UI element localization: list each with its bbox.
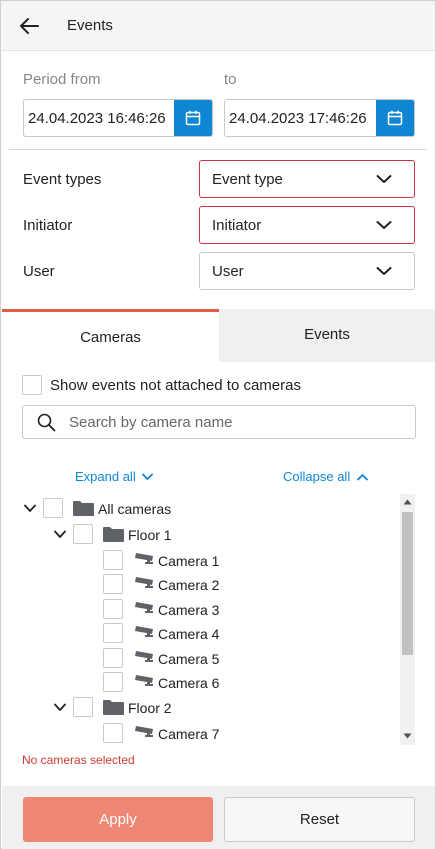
- chevron-down-icon: [376, 267, 392, 275]
- chevron-down-icon[interactable]: [54, 530, 66, 539]
- tree-checkbox-floor-1[interactable]: [73, 524, 93, 544]
- event-type-select[interactable]: Event type: [199, 160, 415, 198]
- arrow-left-icon: [20, 18, 39, 34]
- collapse-all-label: Collapse all: [283, 469, 351, 484]
- chevron-down-icon[interactable]: [24, 504, 36, 513]
- initiator-select[interactable]: Initiator: [199, 206, 415, 244]
- collapse-all-link[interactable]: Collapse all: [283, 469, 368, 484]
- initiator-select-value: Initiator: [212, 217, 262, 234]
- user-select-value: User: [212, 263, 244, 280]
- apply-button[interactable]: Apply: [23, 797, 213, 842]
- period-to-field[interactable]: 24.04.2023 17:46:26: [224, 99, 415, 137]
- chevron-down-icon: [142, 473, 154, 480]
- header: Events: [1, 1, 435, 51]
- show-unattached-label[interactable]: Show events not attached to cameras: [50, 377, 301, 394]
- calendar-icon: [387, 110, 403, 126]
- period-to-calendar-button[interactable]: [376, 100, 414, 136]
- scroll-down-arrow-icon[interactable]: [403, 732, 412, 740]
- chevron-up-icon: [356, 474, 368, 481]
- search-icon: [37, 413, 56, 432]
- tree-label-all-cameras[interactable]: All cameras: [98, 501, 171, 517]
- reset-button[interactable]: Reset: [224, 797, 415, 842]
- tab-bar: Cameras Events: [2, 309, 435, 362]
- tree-checkbox-camera[interactable]: [103, 672, 123, 692]
- folder-icon: [103, 700, 124, 715]
- tree-checkbox-camera[interactable]: [103, 574, 123, 594]
- event-type-select-value: Event type: [212, 171, 283, 188]
- tree-label-camera[interactable]: Camera 7: [158, 726, 219, 742]
- tree-label-camera[interactable]: Camera 2: [158, 577, 219, 593]
- camera-icon: [135, 726, 153, 737]
- chevron-down-icon: [376, 221, 392, 229]
- tree-label-floor-2[interactable]: Floor 2: [128, 700, 172, 716]
- camera-icon: [135, 602, 153, 613]
- tree-label-floor-1[interactable]: Floor 1: [128, 527, 172, 543]
- camera-search-input[interactable]: [69, 412, 399, 432]
- scroll-up-arrow-icon[interactable]: [403, 498, 412, 506]
- user-label: User: [23, 263, 55, 280]
- tree-checkbox-all-cameras[interactable]: [43, 498, 63, 518]
- show-unattached-checkbox[interactable]: [22, 375, 42, 395]
- chevron-down-icon[interactable]: [54, 703, 66, 712]
- period-from-field[interactable]: 24.04.2023 16:46:26: [23, 99, 213, 137]
- tree-label-camera[interactable]: Camera 3: [158, 602, 219, 618]
- tree-label-camera[interactable]: Camera 6: [158, 675, 219, 691]
- scrollbar-thumb[interactable]: [402, 512, 413, 655]
- period-from-calendar-button[interactable]: [174, 100, 212, 136]
- camera-search: [22, 405, 416, 439]
- period-from-value[interactable]: 24.04.2023 16:46:26: [28, 110, 172, 127]
- tab-cameras-label: Cameras: [80, 329, 141, 346]
- initiator-label: Initiator: [23, 217, 73, 234]
- tree-label-camera[interactable]: Camera 4: [158, 626, 219, 642]
- calendar-icon: [185, 110, 201, 126]
- tab-cameras[interactable]: Cameras: [2, 309, 219, 362]
- event-types-label: Event types: [23, 171, 102, 188]
- tree-label-camera[interactable]: Camera 5: [158, 651, 219, 667]
- no-cameras-error: No cameras selected: [22, 753, 135, 767]
- expand-all-label: Expand all: [75, 469, 136, 484]
- camera-icon: [135, 626, 153, 637]
- period-from-label: Period from: [23, 71, 101, 88]
- camera-icon: [135, 675, 153, 686]
- camera-icon: [135, 577, 153, 588]
- user-select[interactable]: User: [199, 252, 415, 290]
- tree-checkbox-camera[interactable]: [103, 623, 123, 643]
- tree-checkbox-camera[interactable]: [103, 550, 123, 570]
- camera-icon: [135, 553, 153, 564]
- camera-icon: [135, 651, 153, 662]
- page-title: Events: [67, 17, 113, 34]
- folder-icon: [73, 501, 94, 516]
- divider: [9, 149, 427, 150]
- chevron-down-icon: [376, 175, 392, 183]
- tree-label-camera[interactable]: Camera 1: [158, 553, 219, 569]
- events-panel: Events Period from to 24.04.2023 16:46:2…: [0, 0, 436, 849]
- tree-checkbox-camera[interactable]: [103, 599, 123, 619]
- tree-checkbox-camera[interactable]: [103, 723, 123, 743]
- expand-all-link[interactable]: Expand all: [75, 469, 154, 484]
- tree-checkbox-floor-2[interactable]: [73, 697, 93, 717]
- tree-checkbox-camera[interactable]: [103, 648, 123, 668]
- tab-events[interactable]: Events: [219, 309, 435, 362]
- back-button[interactable]: [17, 13, 43, 39]
- period-to-value[interactable]: 24.04.2023 17:46:26: [229, 110, 373, 127]
- period-to-label: to: [224, 71, 237, 88]
- tab-events-label: Events: [304, 326, 350, 343]
- folder-icon: [103, 527, 124, 542]
